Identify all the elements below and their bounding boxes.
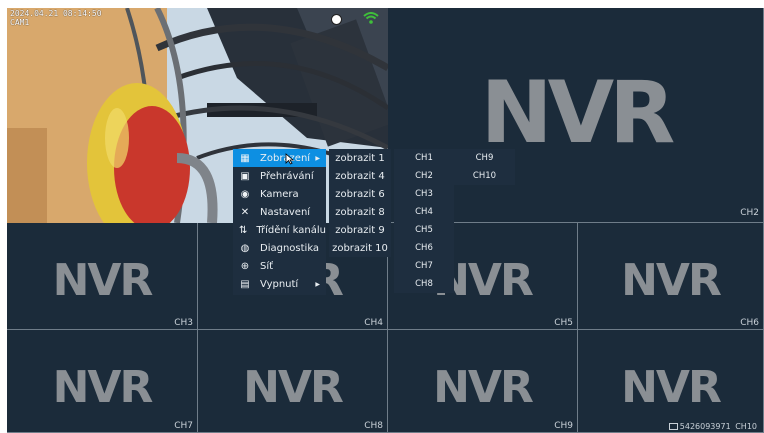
channel-option-ch1[interactable]: CH1: [394, 149, 454, 167]
menu-item-prehravani[interactable]: ▣ Přehrávání: [233, 167, 326, 185]
nvr-screen: 2024.04.21 08:14:50 CAM1 NVR CH2 NVR CH3…: [7, 8, 764, 433]
device-serial: 5426093971: [679, 422, 731, 431]
menu-item-label: Vypnutí: [260, 278, 299, 290]
channel-tile-ch9[interactable]: NVR CH9: [388, 330, 578, 433]
menu-item-label: Síť: [260, 260, 274, 272]
osd-timestamp: 2024.04.21 08:14:50: [10, 9, 102, 18]
channel-option-ch10[interactable]: CH10: [454, 167, 515, 185]
channel-label: CH9: [554, 421, 573, 431]
nvr-logo: NVR: [433, 362, 534, 413]
channel-option-ch5[interactable]: CH5: [394, 221, 454, 239]
menu-item-label: Třídění kanálu: [256, 224, 326, 236]
channel-submenu-col2: CH9 CH10: [454, 149, 515, 185]
menu-item-label: Diagnostika: [260, 242, 320, 254]
channel-option-ch4[interactable]: CH4: [394, 203, 454, 221]
layout-option-10[interactable]: zobrazit 10: [329, 239, 391, 257]
menu-item-diagnostika[interactable]: ◍ Diagnostika: [233, 239, 326, 257]
nvr-logo: NVR: [480, 63, 676, 163]
menu-item-label: Přehrávání: [260, 170, 314, 182]
menu-item-kamera[interactable]: ◉ Kamera: [233, 185, 326, 203]
main-context-menu: ▦ Zobrazení ▶ ▣ Přehrávání ◉ Kamera ✕ Na…: [233, 149, 326, 295]
menu-item-label: Kamera: [260, 188, 299, 200]
submenu-arrow-icon: ▶: [315, 154, 320, 162]
power-icon: ▤: [240, 278, 250, 290]
channel-tile-ch7[interactable]: NVR CH7: [7, 330, 198, 433]
channel-tile-ch3[interactable]: NVR CH3: [7, 223, 198, 330]
nvr-logo: NVR: [52, 362, 154, 413]
channel-tile-ch8[interactable]: NVR CH8: [198, 330, 388, 433]
menu-item-trideni-kanalu[interactable]: ⇅ Třídění kanálu: [233, 221, 326, 239]
channel-tile-ch10[interactable]: NVR 5426093971 CH10: [578, 330, 764, 433]
layout-option-1[interactable]: zobrazit 1: [329, 149, 391, 167]
menu-item-zobrazeni[interactable]: ▦ Zobrazení ▶: [233, 149, 326, 167]
tools-icon: ✕: [240, 206, 250, 218]
nvr-logo: NVR: [621, 255, 722, 306]
channel-option-ch2[interactable]: CH2: [394, 167, 454, 185]
layout-option-8[interactable]: zobrazit 8: [329, 203, 391, 221]
menu-item-vypnuti[interactable]: ▤ Vypnutí ▶: [233, 275, 326, 293]
layout-option-4[interactable]: zobrazit 4: [329, 167, 391, 185]
channel-option-ch6[interactable]: CH6: [394, 239, 454, 257]
channel-label: CH4: [364, 318, 383, 328]
osd-channel: CAM1: [10, 18, 30, 27]
nvr-logo: NVR: [52, 255, 154, 306]
channel-label: CH8: [364, 421, 383, 431]
channel-option-ch8[interactable]: CH8: [394, 275, 454, 293]
mouse-cursor-icon: [285, 153, 294, 165]
menu-item-sit[interactable]: ⊕ Síť: [233, 257, 326, 275]
channel-option-ch3[interactable]: CH3: [394, 185, 454, 203]
camera-icon: ◉: [240, 188, 250, 200]
channel-label: CH7: [174, 421, 193, 431]
channel-submenu-col1: CH1 CH2 CH3 CH4 CH5 CH6 CH7 CH8: [394, 149, 454, 293]
channel-tile-ch6[interactable]: NVR CH6: [578, 223, 764, 330]
wifi-icon: [363, 12, 379, 24]
channel-label: CH5: [554, 318, 573, 328]
channel-option-ch7[interactable]: CH7: [394, 257, 454, 275]
status-line: 5426093971 CH10: [668, 422, 757, 431]
layout-option-6[interactable]: zobrazit 6: [329, 185, 391, 203]
diagnostics-icon: ◍: [240, 242, 250, 254]
layout-option-9[interactable]: zobrazit 9: [329, 221, 391, 239]
playback-icon: ▣: [240, 170, 250, 182]
nvr-logo: NVR: [243, 362, 344, 413]
channel-label: CH3: [174, 318, 193, 328]
layout-submenu: zobrazit 1 zobrazit 4 zobrazit 6 zobrazi…: [329, 149, 391, 257]
submenu-arrow-icon: ▶: [315, 280, 320, 288]
channel-label: CH6: [740, 318, 759, 328]
channel-option-ch9[interactable]: CH9: [454, 149, 515, 167]
globe-icon: ⊕: [240, 260, 250, 272]
nvr-logo: NVR: [621, 362, 722, 413]
record-clock-icon: [331, 14, 342, 25]
grid-icon: ▦: [240, 152, 250, 164]
channel-label: CH10: [735, 422, 757, 431]
hdd-icon: [668, 423, 678, 430]
channel-label: CH2: [740, 208, 759, 218]
menu-item-label: Nastavení: [260, 206, 311, 218]
sort-icon: ⇅: [238, 224, 248, 236]
menu-item-nastaveni[interactable]: ✕ Nastavení: [233, 203, 326, 221]
